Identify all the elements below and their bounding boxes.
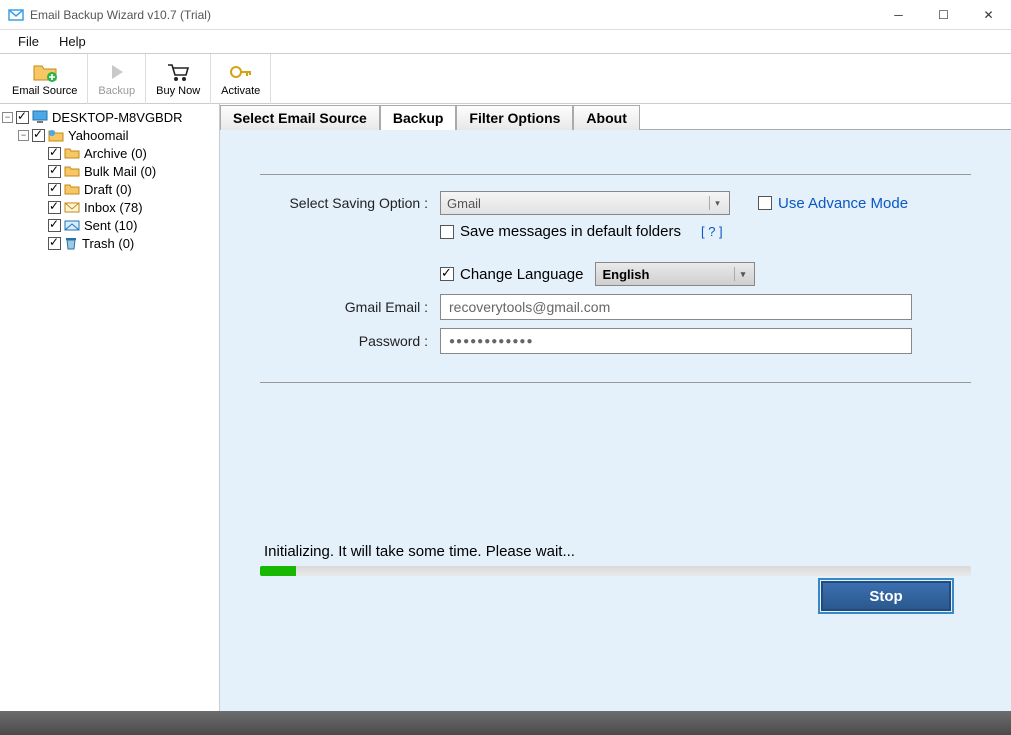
menu-file[interactable]: File bbox=[8, 31, 49, 52]
tree-folder[interactable]: Bulk Mail (0) bbox=[2, 162, 217, 180]
play-icon bbox=[107, 61, 127, 83]
advance-mode-label[interactable]: Use Advance Mode bbox=[778, 195, 908, 212]
stop-button[interactable]: Stop bbox=[821, 581, 951, 611]
tree-account-label: Yahoomail bbox=[68, 128, 128, 143]
toolbar-email-source[interactable]: Email Source bbox=[2, 54, 88, 104]
checkbox[interactable] bbox=[48, 165, 61, 178]
toolbar-backup-label: Backup bbox=[98, 85, 135, 97]
minimize-button[interactable]: ─ bbox=[876, 0, 921, 30]
app-icon bbox=[8, 7, 24, 23]
save-default-label: Save messages in default folders bbox=[460, 223, 681, 240]
trash-icon bbox=[64, 236, 78, 250]
divider bbox=[260, 382, 971, 383]
checkbox[interactable] bbox=[16, 111, 29, 124]
checkbox[interactable] bbox=[48, 237, 61, 250]
help-link[interactable]: [ ? ] bbox=[701, 224, 723, 239]
tree-folder[interactable]: Draft (0) bbox=[2, 180, 217, 198]
saving-option-select[interactable]: Gmail ▾ bbox=[440, 191, 730, 215]
tree-root[interactable]: − DESKTOP-M8VGBDR bbox=[2, 108, 217, 126]
checkbox[interactable] bbox=[48, 201, 61, 214]
divider bbox=[260, 174, 971, 175]
password-field[interactable] bbox=[440, 328, 912, 354]
tree-folder[interactable]: Sent (10) bbox=[2, 216, 217, 234]
statusbar bbox=[0, 711, 1011, 735]
change-language-label: Change Language bbox=[460, 266, 583, 283]
toolbar-backup: Backup bbox=[88, 54, 146, 104]
chevron-down-icon: ▾ bbox=[709, 196, 725, 210]
tab-select-source[interactable]: Select Email Source bbox=[220, 105, 380, 130]
key-icon bbox=[229, 61, 253, 83]
folder-icon bbox=[64, 147, 80, 159]
save-default-checkbox[interactable] bbox=[440, 225, 454, 239]
status-text: Initializing. It will take some time. Pl… bbox=[260, 543, 971, 560]
progress-bar bbox=[260, 566, 971, 576]
checkbox[interactable] bbox=[48, 219, 61, 232]
close-button[interactable]: ✕ bbox=[966, 0, 1011, 30]
sent-icon bbox=[64, 219, 80, 231]
collapse-icon[interactable]: − bbox=[18, 130, 29, 141]
titlebar: Email Backup Wizard v10.7 (Trial) ─ ☐ ✕ bbox=[0, 0, 1011, 30]
advance-mode-checkbox[interactable] bbox=[758, 196, 772, 210]
tab-filter-options[interactable]: Filter Options bbox=[456, 105, 573, 130]
tree-folder-label: Draft (0) bbox=[84, 182, 132, 197]
checkbox[interactable] bbox=[48, 183, 61, 196]
saving-option-label: Select Saving Option : bbox=[260, 195, 440, 211]
folder-icon bbox=[64, 165, 80, 177]
tree-account[interactable]: − Yahoomail bbox=[2, 126, 217, 144]
tree-folder[interactable]: Inbox (78) bbox=[2, 198, 217, 216]
computer-icon bbox=[32, 110, 48, 124]
maximize-button[interactable]: ☐ bbox=[921, 0, 966, 30]
language-value: English bbox=[602, 267, 649, 282]
progress-fill bbox=[260, 566, 296, 576]
email-label: Gmail Email : bbox=[260, 299, 440, 315]
toolbar: Email Source Backup Buy Now Activate bbox=[0, 54, 1011, 104]
email-field[interactable] bbox=[440, 294, 912, 320]
tree-folder[interactable]: Trash (0) bbox=[2, 234, 217, 252]
tab-body-backup: Select Saving Option : Gmail ▾ Use Advan… bbox=[220, 130, 1011, 711]
checkbox[interactable] bbox=[48, 147, 61, 160]
tab-bar: Select Email Source Backup Filter Option… bbox=[220, 104, 1011, 130]
toolbar-activate-label: Activate bbox=[221, 85, 260, 97]
tree-folder[interactable]: Archive (0) bbox=[2, 144, 217, 162]
folder-add-icon bbox=[32, 61, 58, 83]
checkbox[interactable] bbox=[32, 129, 45, 142]
tab-backup[interactable]: Backup bbox=[380, 105, 457, 130]
window-title: Email Backup Wizard v10.7 (Trial) bbox=[30, 8, 876, 22]
toolbar-activate[interactable]: Activate bbox=[211, 54, 271, 104]
tree-folder-label: Bulk Mail (0) bbox=[84, 164, 156, 179]
tree-folder-label: Trash (0) bbox=[82, 236, 134, 251]
toolbar-email-source-label: Email Source bbox=[12, 85, 77, 97]
tree-root-label: DESKTOP-M8VGBDR bbox=[52, 110, 183, 125]
content-area: Select Email Source Backup Filter Option… bbox=[220, 104, 1011, 711]
password-label: Password : bbox=[260, 333, 440, 349]
tree-folder-label: Archive (0) bbox=[84, 146, 147, 161]
cart-icon bbox=[166, 61, 190, 83]
change-language-checkbox[interactable] bbox=[440, 267, 454, 281]
tree-folder-label: Sent (10) bbox=[84, 218, 137, 233]
folder-tree[interactable]: − DESKTOP-M8VGBDR − Yahoomail Archive (0… bbox=[0, 104, 220, 711]
chevron-down-icon: ▾ bbox=[734, 267, 750, 281]
menu-help[interactable]: Help bbox=[49, 31, 96, 52]
toolbar-buy-now[interactable]: Buy Now bbox=[146, 54, 211, 104]
menubar: File Help bbox=[0, 30, 1011, 54]
folder-icon bbox=[64, 183, 80, 195]
language-select[interactable]: English ▾ bbox=[595, 262, 755, 286]
toolbar-buy-now-label: Buy Now bbox=[156, 85, 200, 97]
collapse-icon[interactable]: − bbox=[2, 112, 13, 123]
tree-folder-label: Inbox (78) bbox=[84, 200, 143, 215]
tab-about[interactable]: About bbox=[573, 105, 639, 130]
inbox-icon bbox=[64, 201, 80, 213]
globe-folder-icon bbox=[48, 128, 64, 142]
saving-option-value: Gmail bbox=[447, 196, 481, 211]
